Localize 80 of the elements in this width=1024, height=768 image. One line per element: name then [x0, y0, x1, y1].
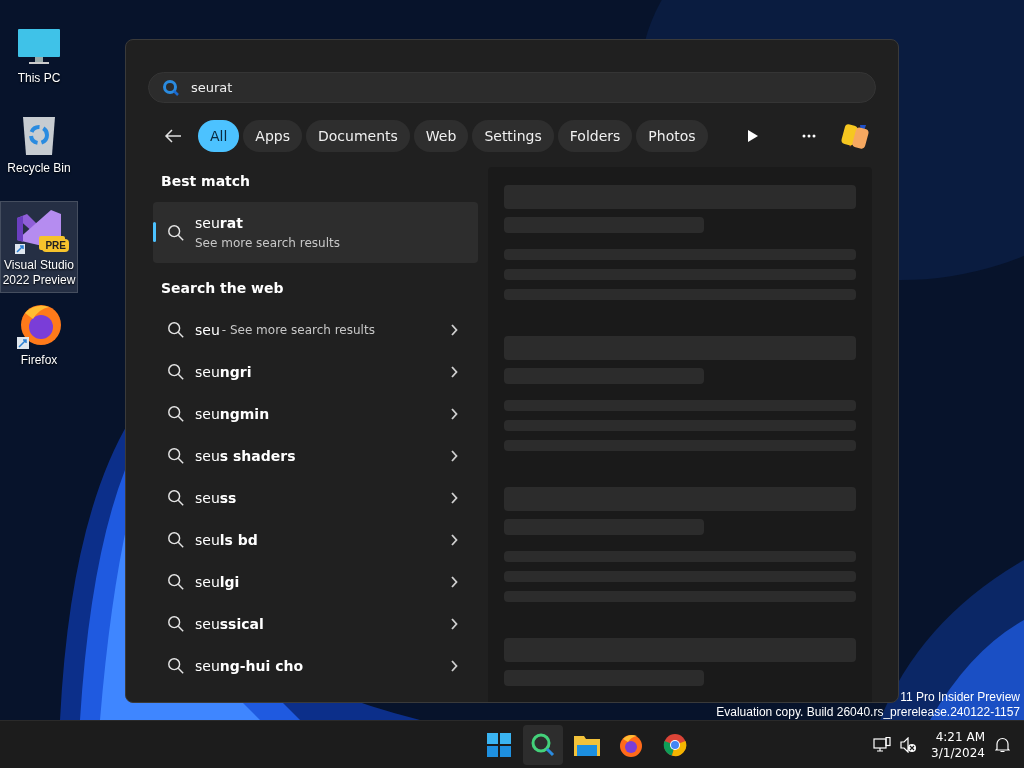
desktop-icon[interactable]: This PC — [0, 6, 78, 90]
best-match-item[interactable]: seurat See more search results — [153, 202, 478, 263]
search-icon — [530, 732, 555, 757]
suggestion-text: seuls bd — [195, 530, 258, 550]
selection-indicator — [153, 222, 156, 242]
filter-tab[interactable]: Folders — [557, 120, 633, 152]
search-icon — [163, 79, 179, 96]
web-suggestion[interactable]: seuss — [153, 477, 478, 519]
filter-tab[interactable]: Web — [413, 120, 469, 152]
web-suggestion[interactable]: seungri — [153, 351, 478, 393]
desktop-icon[interactable]: Recycle Bin — [0, 96, 78, 180]
monitor-icon — [17, 27, 61, 67]
desktop-icon-label: Recycle Bin — [7, 161, 71, 176]
result-subtitle: See more search results — [195, 235, 340, 252]
filter-tab[interactable]: All — [198, 120, 240, 152]
desktop-icon-label: Visual Studio 2022 Preview — [1, 258, 77, 288]
chevron-icon — [450, 324, 458, 336]
search-field[interactable]: seurat — [148, 72, 876, 103]
suggestion-text: seu — [195, 320, 220, 340]
search-icon — [167, 573, 185, 591]
preview-badge: PRE — [42, 239, 69, 252]
chevron-icon — [450, 534, 458, 546]
suggestion-hint: - See more search results — [221, 322, 375, 339]
suggestion-text: seus shaders — [195, 446, 296, 466]
search-icon — [167, 321, 185, 339]
taskbar-button[interactable] — [522, 724, 563, 765]
chevron-icon — [450, 618, 458, 630]
filter-tab[interactable]: Apps — [243, 120, 302, 152]
web-suggestion[interactable]: seulgi — [153, 561, 478, 603]
web-suggestion[interactable]: seussical — [153, 603, 478, 645]
copilot-icon[interactable] — [840, 123, 870, 149]
web-suggestion[interactable]: seungmin — [153, 393, 478, 435]
chevron-icon — [450, 366, 458, 378]
chevron-icon — [450, 492, 458, 504]
web-suggestion[interactable]: seuls bd — [153, 519, 478, 561]
suggestion-text: seung-hui cho — [195, 656, 304, 676]
suggestion-text: seussical — [195, 614, 264, 634]
suggestion-text: seungmin — [195, 404, 270, 424]
filter-tab[interactable]: Photos — [636, 120, 708, 152]
suggestion-text: seulgi — [195, 572, 240, 592]
watermark-text: 11 Pro Insider Preview — [900, 690, 1020, 705]
notification-bell-icon[interactable] — [995, 736, 1010, 753]
desktop-icon-label: Firefox — [20, 353, 58, 368]
search-icon — [167, 531, 185, 549]
search-icon — [167, 405, 185, 423]
web-suggestion[interactable]: seung-hui cho — [153, 645, 478, 687]
back-arrow-icon[interactable] — [164, 128, 182, 144]
watermark-text: Evaluation copy. Build 26040.rs_prerelease.240122-1157 — [716, 705, 1020, 719]
play-icon[interactable] — [748, 130, 758, 142]
search-icon — [167, 223, 185, 242]
windows-logo-icon — [486, 732, 511, 757]
desktop-icon-label: This PC — [17, 71, 61, 86]
clock-date: 3/1/2024 — [931, 744, 985, 761]
suggestion-text: seungri — [195, 362, 252, 382]
chevron-icon — [450, 660, 458, 672]
web-suggestion[interactable]: seu- See more search results — [153, 309, 478, 351]
result-title: seurat — [195, 214, 244, 233]
chevron-icon — [450, 450, 458, 462]
suggestion-text: seuss — [195, 488, 237, 508]
chevron-icon — [450, 408, 458, 420]
muted-speaker-icon[interactable] — [899, 736, 918, 753]
search-icon — [167, 363, 185, 381]
chevron-icon — [450, 576, 458, 588]
section-heading: Best match — [161, 172, 252, 191]
clock-time: 4:21 AM — [935, 728, 985, 745]
more-options-icon[interactable] — [802, 134, 816, 138]
search-icon — [167, 615, 185, 633]
network-icon[interactable] — [873, 736, 892, 753]
chrome-icon — [662, 732, 687, 757]
search-icon — [167, 657, 185, 675]
search-icon — [167, 447, 185, 465]
firefox-icon — [618, 732, 643, 757]
web-suggestion[interactable]: seus shaders — [153, 435, 478, 477]
folder-icon — [573, 733, 600, 756]
search-text: seurat — [191, 78, 233, 97]
search-icon — [167, 489, 185, 507]
section-heading: Search the web — [161, 279, 285, 298]
desktop-icon[interactable]: PRE Visual Studio 2022 Preview — [0, 201, 78, 293]
filter-tab[interactable]: Settings — [472, 120, 554, 152]
filter-tab[interactable]: Documents — [306, 120, 410, 152]
